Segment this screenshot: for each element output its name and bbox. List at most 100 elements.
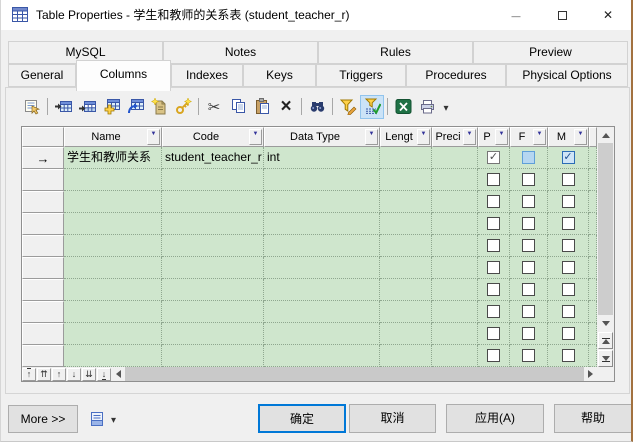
vscroll-thumb[interactable] bbox=[598, 143, 613, 315]
cell-name[interactable] bbox=[64, 301, 162, 323]
cell-name[interactable] bbox=[64, 279, 162, 301]
primary-checkbox[interactable] bbox=[487, 349, 500, 362]
cell-code[interactable] bbox=[162, 213, 264, 235]
new-attribute-button[interactable] bbox=[147, 95, 171, 119]
tab-triggers[interactable]: Triggers bbox=[316, 64, 406, 87]
apply-button[interactable]: 应用(A) bbox=[446, 404, 544, 433]
delete-button[interactable] bbox=[274, 95, 298, 119]
cancel-button[interactable]: 取消 bbox=[349, 404, 436, 433]
titlebar[interactable]: Table Properties - 学生和教师的关系表 (student_te… bbox=[1, 0, 631, 30]
cell-precision[interactable] bbox=[432, 147, 478, 169]
print-button[interactable] bbox=[415, 95, 439, 119]
foreign-checkbox[interactable] bbox=[522, 261, 535, 274]
cell-length[interactable] bbox=[380, 235, 432, 257]
cell-length[interactable] bbox=[380, 213, 432, 235]
cell-code[interactable] bbox=[162, 191, 264, 213]
column-header-foreign[interactable]: F bbox=[510, 127, 548, 147]
cell-name[interactable] bbox=[64, 345, 162, 367]
move-last-button[interactable] bbox=[97, 367, 111, 381]
cell-code[interactable] bbox=[162, 301, 264, 323]
row-selector[interactable] bbox=[22, 257, 64, 279]
horizontal-scrollbar[interactable] bbox=[125, 367, 585, 381]
row-selector[interactable] bbox=[22, 191, 64, 213]
tab-notes[interactable]: Notes bbox=[163, 41, 318, 64]
filter-dropdown-icon[interactable] bbox=[147, 129, 160, 145]
primary-checkbox[interactable] bbox=[487, 217, 500, 230]
tab-procedures[interactable]: Procedures bbox=[406, 64, 506, 87]
column-header-mandatory[interactable]: M bbox=[548, 127, 589, 147]
row-selector[interactable] bbox=[22, 345, 64, 367]
mandatory-checkbox[interactable] bbox=[561, 195, 575, 208]
primary-checkbox[interactable] bbox=[487, 195, 500, 208]
current-row-indicator[interactable] bbox=[22, 147, 64, 169]
primary-checkbox[interactable] bbox=[487, 261, 500, 274]
foreign-checkbox[interactable] bbox=[522, 327, 535, 340]
more-button[interactable]: More >> bbox=[8, 405, 78, 433]
cell-code[interactable] bbox=[162, 257, 264, 279]
primary-checkbox[interactable] bbox=[487, 151, 500, 164]
cell-precision[interactable] bbox=[432, 345, 478, 367]
add-columns-button[interactable] bbox=[99, 95, 123, 119]
cell-code[interactable] bbox=[162, 279, 264, 301]
cell-name[interactable]: 学生和教师关系 bbox=[64, 147, 162, 169]
primary-checkbox[interactable] bbox=[487, 173, 500, 186]
cell-data-type[interactable] bbox=[264, 169, 380, 191]
primary-checkbox[interactable] bbox=[487, 305, 500, 318]
column-header-data-type[interactable]: Data Type bbox=[264, 127, 380, 147]
find-button[interactable] bbox=[305, 95, 329, 119]
cell-precision[interactable] bbox=[432, 257, 478, 279]
mandatory-checkbox[interactable] bbox=[561, 261, 575, 274]
cell-data-type[interactable] bbox=[264, 279, 380, 301]
mandatory-checkbox[interactable] bbox=[561, 349, 575, 362]
primary-checkbox[interactable] bbox=[487, 283, 500, 296]
cell-code[interactable] bbox=[162, 235, 264, 257]
row-selector[interactable] bbox=[22, 169, 64, 191]
vscroll-up-button[interactable] bbox=[597, 127, 614, 143]
cell-length[interactable] bbox=[380, 345, 432, 367]
cell-length[interactable] bbox=[380, 169, 432, 191]
cell-length[interactable] bbox=[380, 279, 432, 301]
create-key-button[interactable] bbox=[171, 95, 195, 119]
cell-precision[interactable] bbox=[432, 191, 478, 213]
cell-length[interactable] bbox=[380, 191, 432, 213]
cell-name[interactable] bbox=[64, 191, 162, 213]
filter-dropdown-icon[interactable] bbox=[463, 129, 476, 145]
filter-dropdown-icon[interactable] bbox=[533, 129, 546, 145]
move-up-many-button[interactable] bbox=[37, 367, 51, 381]
cell-data-type[interactable] bbox=[264, 191, 380, 213]
scroll-to-top-button[interactable] bbox=[598, 332, 613, 349]
cell-name[interactable] bbox=[64, 169, 162, 191]
mandatory-checkbox[interactable] bbox=[561, 239, 575, 252]
mandatory-checkbox[interactable] bbox=[561, 217, 575, 230]
column-header-precision[interactable]: Preci bbox=[432, 127, 478, 147]
row-selector-header[interactable] bbox=[22, 127, 64, 147]
add-row-button[interactable] bbox=[75, 95, 99, 119]
copy-button[interactable] bbox=[226, 95, 250, 119]
tab-columns-selected[interactable]: Columns bbox=[76, 60, 171, 91]
foreign-checkbox[interactable] bbox=[522, 195, 535, 208]
cell-code[interactable] bbox=[162, 345, 264, 367]
mandatory-checkbox[interactable] bbox=[561, 173, 575, 186]
mandatory-checkbox[interactable] bbox=[561, 283, 575, 296]
tab-keys[interactable]: Keys bbox=[243, 64, 316, 87]
cell-length[interactable] bbox=[380, 301, 432, 323]
hscroll-left-button[interactable] bbox=[112, 367, 125, 381]
vscroll-down-button[interactable] bbox=[597, 315, 614, 331]
cell-name[interactable] bbox=[64, 213, 162, 235]
foreign-checkbox[interactable] bbox=[522, 217, 535, 230]
row-selector[interactable] bbox=[22, 279, 64, 301]
cell-precision[interactable] bbox=[432, 169, 478, 191]
move-down-many-button[interactable] bbox=[82, 367, 96, 381]
cell-name[interactable] bbox=[64, 235, 162, 257]
hscroll-right-button[interactable] bbox=[584, 367, 598, 381]
filter-dropdown-icon[interactable] bbox=[417, 129, 430, 145]
cell-code[interactable]: student_teacher_r bbox=[162, 147, 264, 169]
cell-precision[interactable] bbox=[432, 213, 478, 235]
maximize-button[interactable] bbox=[539, 0, 585, 30]
cell-precision[interactable] bbox=[432, 323, 478, 345]
close-button[interactable] bbox=[585, 0, 631, 30]
ok-button[interactable]: 确定 bbox=[258, 404, 346, 433]
row-selector[interactable] bbox=[22, 301, 64, 323]
cell-data-type[interactable] bbox=[264, 213, 380, 235]
tab-rules[interactable]: Rules bbox=[318, 41, 473, 64]
